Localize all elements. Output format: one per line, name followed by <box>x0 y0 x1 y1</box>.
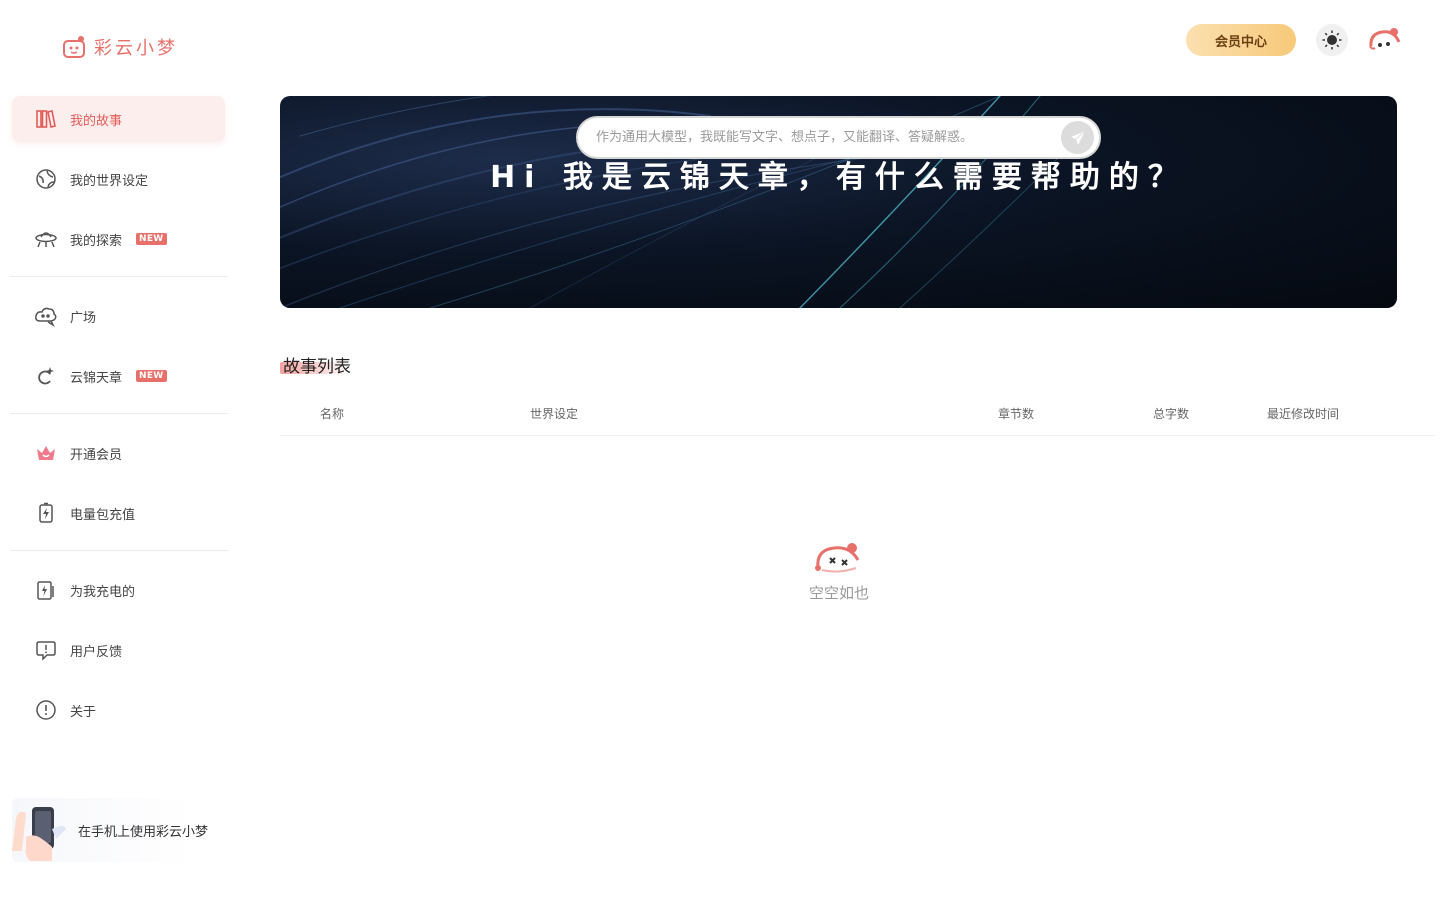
empty-mascot-icon <box>812 540 864 576</box>
sidebar-item-label: 我的探索 <box>70 233 123 249</box>
theme-toggle-button[interactable] <box>1316 24 1348 56</box>
vip-center-button[interactable]: 会员中心 <box>1186 24 1296 56</box>
battery-bolt-icon <box>34 501 58 525</box>
sidebar-item-label: 我的世界设定 <box>70 173 149 189</box>
sidebar-item-world-settings[interactable]: 我的世界设定 <box>12 156 225 202</box>
cloud-chat-icon <box>34 304 58 328</box>
user-avatar[interactable] <box>1368 26 1402 56</box>
mobile-app-promo[interactable]: 在手机上使用彩云小梦 <box>12 798 228 862</box>
sidebar-item-recharge[interactable]: 电量包充值 <box>12 490 225 536</box>
ai-prompt-input[interactable] <box>576 116 1101 159</box>
sidebar-item-my-stories[interactable]: 我的故事 <box>12 96 225 142</box>
story-list-title: 故事列表 <box>283 357 351 377</box>
hand-holding-phone-icon <box>12 799 74 861</box>
new-badge: NEW <box>136 370 167 382</box>
paper-plane-icon <box>1070 130 1085 145</box>
sidebar-item-label: 开通会员 <box>70 447 123 463</box>
sidebar-item-label: 用户反馈 <box>70 644 123 660</box>
sidebar-item-label: 为我充电的 <box>70 584 136 600</box>
charge-doc-icon <box>34 578 58 602</box>
sidebar-item-feedback[interactable]: 用户反馈 <box>12 627 225 673</box>
new-badge: NEW <box>136 233 167 245</box>
sidebar-item-label: 电量包充值 <box>70 507 136 523</box>
sidebar-item-label: 关于 <box>70 704 97 720</box>
bookshelf-icon <box>34 107 58 131</box>
sidebar-item-plaza[interactable]: 广场 <box>12 293 225 339</box>
sun-icon <box>1322 30 1342 50</box>
column-header-last-modified[interactable]: 最近修改时间 <box>1267 405 1339 422</box>
sidebar-divider <box>10 276 228 277</box>
mascot-logo-icon <box>63 36 85 58</box>
sidebar-item-about[interactable]: 关于 <box>12 687 225 733</box>
sidebar-item-label: 广场 <box>70 310 97 326</box>
sidebar-item-yunjin[interactable]: 云锦天章 NEW <box>12 353 225 399</box>
sidebar-divider <box>10 413 228 414</box>
table-header-divider <box>280 435 1435 436</box>
sidebar: 彩云小梦 我的故事 我的世界设定 我的探索 NEW 广场 云锦天章 NEW 开通… <box>0 0 240 900</box>
app-name: 彩云小梦 <box>94 38 178 59</box>
planet-icon <box>34 167 58 191</box>
ufo-icon <box>34 227 58 251</box>
sparkle-c-icon <box>34 364 58 388</box>
promo-label: 在手机上使用彩云小梦 <box>78 824 209 840</box>
empty-state-text: 空空如也 <box>808 584 869 602</box>
column-header-word-count[interactable]: 总字数 <box>1153 405 1189 422</box>
sidebar-item-membership[interactable]: 开通会员 <box>12 430 225 476</box>
app-logo[interactable]: 彩云小梦 <box>62 34 178 60</box>
column-header-world-setting[interactable]: 世界设定 <box>530 405 578 422</box>
sidebar-item-supporters[interactable]: 为我充电的 <box>12 567 225 613</box>
sidebar-item-explore[interactable]: 我的探索 NEW <box>12 216 225 262</box>
mascot-avatar-icon <box>1369 28 1401 50</box>
column-header-chapters[interactable]: 章节数 <box>998 405 1034 422</box>
sidebar-divider <box>10 550 228 551</box>
info-icon <box>34 698 58 722</box>
send-button[interactable] <box>1061 121 1094 154</box>
column-header-name[interactable]: 名称 <box>320 405 344 422</box>
sidebar-item-label: 我的故事 <box>70 113 123 129</box>
feedback-icon <box>34 638 58 662</box>
sidebar-item-label: 云锦天章 <box>70 370 123 386</box>
crown-icon <box>34 441 58 465</box>
